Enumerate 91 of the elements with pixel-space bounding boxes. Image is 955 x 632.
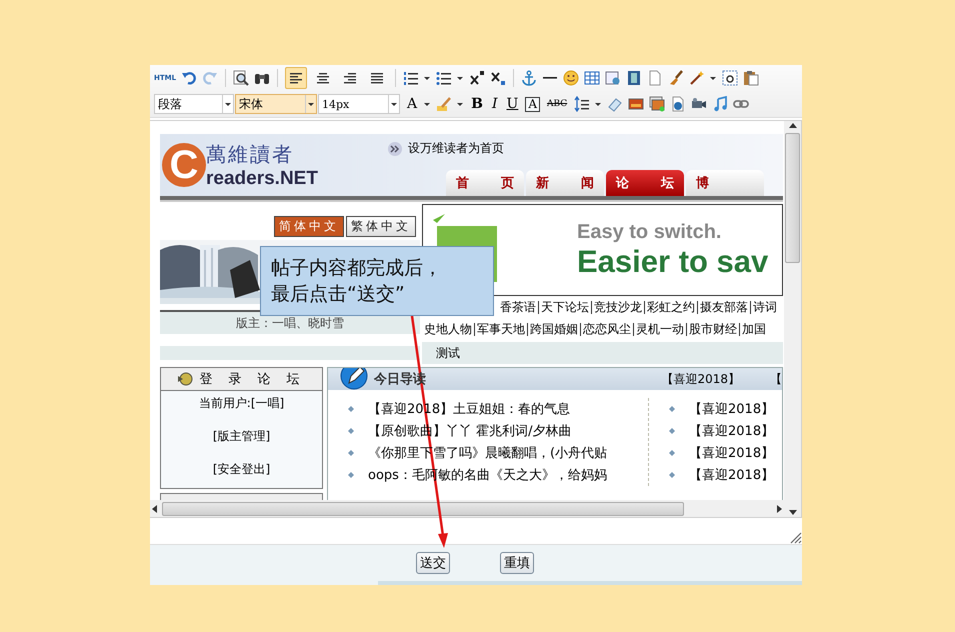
align-center-icon [315,70,332,86]
logo-letter: C [162,143,206,188]
forum-link[interactable]: 灵机一动 [634,320,686,338]
category-tag[interactable]: 【喜迎2018】 [661,370,740,388]
subscript-icon[interactable] [490,70,506,86]
forum-link[interactable]: 竞技沙龙 [592,298,644,316]
font-select[interactable]: 宋体 [235,94,317,114]
moderator-text: 版主：一唱、晓时雪 [236,314,344,332]
login-title: 登 录 论 坛 [199,371,306,388]
reset-button[interactable]: 重填 [500,552,534,574]
bullet-icon [669,428,675,434]
article-link[interactable]: 【喜迎2018】 [689,400,774,418]
forum-link[interactable]: 股市财经 [687,320,739,338]
brush-icon[interactable] [668,70,684,86]
bullet-icon [348,472,354,478]
align-left-button[interactable] [285,67,308,90]
bullet-icon [348,428,354,434]
forum-link[interactable]: 测试 [434,344,462,362]
scroll-thumb[interactable] [162,502,684,516]
nav-tab[interactable]: 新 闻 [526,170,604,196]
image-icon[interactable] [628,96,644,112]
smiley-icon[interactable] [563,70,580,86]
table-icon[interactable] [584,70,600,86]
language-button[interactable]: 简体中文 [274,216,344,238]
scroll-left-icon[interactable] [150,504,160,514]
magic-wand-icon[interactable] [689,70,706,86]
window-icon[interactable] [605,70,622,86]
forum-link[interactable]: 诗词 [751,298,779,316]
bullet-icon [669,406,675,412]
bulleted-list-icon[interactable] [436,70,452,86]
undo-icon[interactable] [181,70,198,86]
forum-link[interactable]: 史地人物 [422,320,474,338]
strikethrough-button[interactable]: ABC [544,99,570,110]
bullet-icon [348,406,354,412]
bullet-icon [348,450,354,456]
highlighter-icon[interactable] [436,96,452,112]
ad-slogan: Easier to sav [577,244,768,280]
article-link[interactable]: 【喜迎2018】 [689,466,774,484]
clipboard-icon[interactable] [743,70,760,86]
forum-link[interactable]: 彩虹之约 [645,298,697,316]
panel-link[interactable]: [版主管理] [212,428,270,446]
panel-link[interactable]: [安全登出] [212,461,270,478]
eraser-icon[interactable] [607,96,624,112]
flash-icon[interactable] [670,96,686,112]
line-height-icon[interactable] [574,96,590,112]
scroll-down-icon[interactable] [788,507,798,518]
align-left-icon [288,70,304,86]
article-link[interactable]: 【喜迎2018】 [689,444,774,462]
forum-link[interactable]: 军事天地 [475,320,527,338]
logo-subtitle: readers.NET [206,168,318,190]
language-button[interactable]: 繁体中文 [346,216,416,238]
double-chevron-icon [388,142,402,156]
article-link[interactable]: 【喜迎2018】 [689,422,774,440]
gallery-icon[interactable] [649,96,666,112]
forum-link[interactable]: 摄友部落 [698,298,750,316]
border-button[interactable]: A [525,96,540,112]
numbered-list-icon[interactable] [403,70,420,86]
logo-title: 萬維讀者 [206,140,295,168]
chat-bubble-icon [177,372,194,386]
submit-button[interactable]: 送交 [416,552,450,574]
set-homepage-link[interactable]: 设万维读者为首页 [408,140,504,158]
current-user: 当前用户:[一唱] [198,395,284,412]
nav-tab[interactable]: 论 坛 [606,170,684,196]
forum-link[interactable]: 香茶语 [498,298,538,316]
nav-tab[interactable]: 首 页 [446,170,524,196]
paragraph-select[interactable]: 段落 [154,94,234,114]
bold-button[interactable]: B [469,96,485,112]
film-icon[interactable] [626,70,642,86]
forum-link[interactable]: 加国 [740,320,768,338]
italic-button[interactable]: I [490,96,500,112]
nav-tab[interactable]: 博 [686,170,764,196]
music-note-icon[interactable] [712,96,728,112]
category-tag[interactable]: 【 [770,370,782,388]
blank-page-icon[interactable] [647,70,664,86]
bullet-icon [669,472,675,478]
scroll-thumb[interactable] [785,133,800,264]
superscript-icon[interactable] [469,70,486,86]
callout-text: 帖子内容都完成后，最后点击“送交” [271,256,443,307]
forum-link[interactable]: 跨国婚姻 [528,320,580,338]
forum-link[interactable]: 恋恋风尘 [581,320,633,338]
forum-link[interactable]: 天下论坛 [539,298,591,316]
font-color-button[interactable]: A [405,96,420,112]
anchor-icon[interactable] [521,70,538,86]
ad-headline: Easy to switch. [577,220,722,244]
magnifier-icon[interactable] [233,70,250,86]
size-select[interactable]: 14px [318,94,400,114]
align-right-icon [342,70,358,86]
align-justify-icon [369,70,386,86]
bullet-icon [669,450,675,456]
underline-button[interactable]: U [504,96,520,112]
resize-grip-icon[interactable] [788,530,802,544]
